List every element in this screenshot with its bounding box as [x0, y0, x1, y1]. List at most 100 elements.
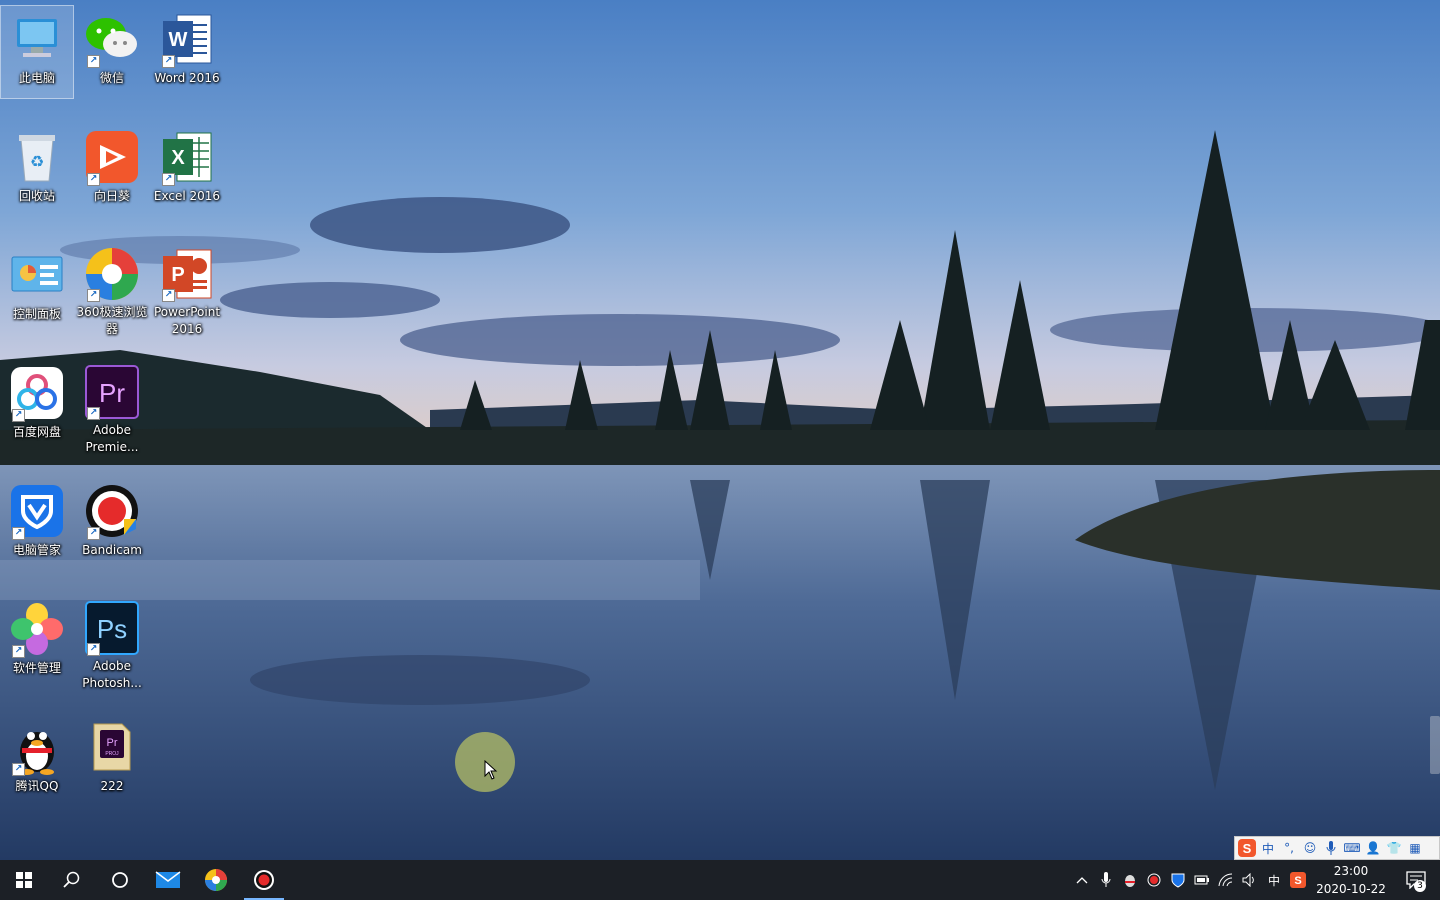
- desktop-icon-premiere[interactable]: Pr ↗ Adobe Premie...: [76, 360, 148, 454]
- shortcut-arrow-icon: ↗: [12, 527, 25, 540]
- desktop-icon-sunlogin[interactable]: ↗ 向日葵: [76, 124, 148, 216]
- qq-icon: ↗: [8, 718, 66, 776]
- photoshop-icon: Ps ↗: [83, 600, 141, 656]
- this-pc-icon: [8, 10, 66, 68]
- desktop-icon-pc-manager[interactable]: ↗ 电脑管家: [1, 478, 73, 570]
- svg-text:P: P: [171, 264, 184, 286]
- emoji-icon[interactable]: ☺: [1300, 838, 1320, 858]
- svg-text:Pr: Pr: [107, 737, 118, 749]
- ime-indicator[interactable]: 中: [1262, 860, 1286, 900]
- chinese-mode-icon[interactable]: 中: [1258, 838, 1278, 858]
- desktop-icon-label: 软件管理: [12, 661, 61, 675]
- taskbar-360-browser[interactable]: [192, 860, 240, 900]
- desktop-icon-label: Word 2016: [154, 71, 220, 85]
- sogou-tray-icon[interactable]: S: [1286, 860, 1310, 900]
- desktop-icon-bandicam[interactable]: ↗ Bandicam: [76, 478, 148, 570]
- desktop-icon-qq[interactable]: ↗ 腾讯QQ: [1, 714, 73, 806]
- shortcut-arrow-icon: ↗: [162, 173, 175, 186]
- battery-icon[interactable]: [1190, 860, 1214, 900]
- system-tray: 中 S 23:00 2020-10-22 3: [1070, 860, 1440, 900]
- taskbar-bandicam[interactable]: [240, 860, 288, 900]
- taskbar-mail[interactable]: [144, 860, 192, 900]
- user-icon[interactable]: 👤: [1363, 838, 1383, 858]
- keyboard-icon[interactable]: ⌨: [1342, 838, 1362, 858]
- desktop-icon-word[interactable]: W ↗ Word 2016: [151, 6, 223, 98]
- recycle-bin-icon: ♻: [8, 128, 66, 186]
- volume-icon[interactable]: [1238, 860, 1262, 900]
- qq-tray-icon[interactable]: [1118, 860, 1142, 900]
- bandicam-icon: [254, 870, 274, 890]
- svg-text:PROJ: PROJ: [105, 751, 119, 757]
- desktop-icon-excel[interactable]: X ↗ Excel 2016: [151, 124, 223, 216]
- search-button[interactable]: [48, 860, 96, 900]
- premiere-icon: Pr ↗: [83, 364, 141, 420]
- wechat-icon: ↗: [83, 10, 141, 68]
- security-tray-icon[interactable]: [1166, 860, 1190, 900]
- desktop-icon-software-manager[interactable]: ↗ 软件管理: [1, 596, 73, 688]
- desktop-icon-360-browser[interactable]: ↗ 360极速浏览 器: [76, 242, 148, 336]
- sogou-logo-icon[interactable]: S: [1237, 838, 1257, 858]
- microphone-tray-icon[interactable]: [1094, 860, 1118, 900]
- search-icon: [63, 871, 80, 888]
- side-panel-handle[interactable]: [1430, 716, 1440, 774]
- desktop-icon-label: Adobe Photosh...: [82, 659, 142, 690]
- mouse-cursor-icon: [484, 760, 498, 780]
- taskbar-clock[interactable]: 23:00 2020-10-22: [1310, 862, 1392, 898]
- toolbox-icon[interactable]: ▦: [1405, 838, 1425, 858]
- chevron-up-icon: [1076, 877, 1088, 884]
- microphone-icon[interactable]: [1321, 838, 1341, 858]
- desktop-icon-label: 222: [100, 779, 124, 793]
- cortana-icon: [112, 872, 128, 888]
- cortana-button[interactable]: [96, 860, 144, 900]
- desktop-icon-label: 回收站: [18, 189, 55, 203]
- svg-text:S: S: [1243, 841, 1252, 856]
- 360-browser-icon: ↗: [83, 246, 141, 302]
- start-button[interactable]: [0, 860, 48, 900]
- svg-text:X: X: [171, 147, 185, 169]
- desktop-icon-label: 控制面板: [12, 307, 61, 321]
- svg-text:♻: ♻: [30, 152, 44, 171]
- skin-icon[interactable]: 👕: [1384, 838, 1404, 858]
- control-panel-icon: [8, 246, 66, 304]
- desktop-icon-label: 向日葵: [93, 189, 130, 203]
- punctuation-icon[interactable]: °,: [1279, 838, 1299, 858]
- action-center-button[interactable]: 3: [1392, 860, 1440, 900]
- desktop-icon-wechat[interactable]: ↗ 微信: [76, 6, 148, 98]
- desktop-icon-recycle-bin[interactable]: ♻ 回收站: [1, 124, 73, 216]
- shortcut-arrow-icon: ↗: [87, 55, 100, 68]
- pc-manager-icon: ↗: [8, 482, 66, 540]
- svg-text:Pr: Pr: [99, 378, 125, 408]
- notification-count-badge: 3: [1414, 880, 1426, 892]
- bandicam-tray-icon[interactable]: [1142, 860, 1166, 900]
- network-icon[interactable]: [1214, 860, 1238, 900]
- desktop-icon-photoshop[interactable]: Ps ↗ Adobe Photosh...: [76, 596, 148, 690]
- shortcut-arrow-icon: ↗: [162, 55, 175, 68]
- desktop-icon-label: 360极速浏览 器: [76, 305, 148, 336]
- desktop-icon-control-panel[interactable]: 控制面板: [1, 242, 73, 334]
- desktop-icon-powerpoint[interactable]: P ↗ PowerPoint 2016: [151, 242, 223, 336]
- desktop-icon-baidu-netdisk[interactable]: ↗ 百度网盘: [1, 360, 73, 452]
- sunlogin-icon: ↗: [83, 128, 141, 186]
- desktop-icon-label: 百度网盘: [12, 425, 61, 439]
- shortcut-arrow-icon: ↗: [87, 643, 100, 656]
- desktop-icon-premiere-project[interactable]: Pr PROJ 222: [76, 714, 148, 806]
- desktop-icon-label: 电脑管家: [12, 543, 61, 557]
- desktop-icon-label: 腾讯QQ: [15, 779, 59, 793]
- shortcut-arrow-icon: ↗: [87, 527, 100, 540]
- excel-icon: X ↗: [158, 128, 216, 186]
- desktop-icon-label: PowerPoint 2016: [153, 305, 221, 336]
- premiere-project-file-icon: Pr PROJ: [83, 718, 141, 776]
- shortcut-arrow-icon: ↗: [12, 645, 25, 658]
- clock-date: 2020-10-22: [1316, 882, 1386, 896]
- show-hidden-icons-button[interactable]: [1070, 860, 1094, 900]
- mail-icon: [155, 871, 181, 888]
- shortcut-arrow-icon: ↗: [12, 409, 25, 422]
- shortcut-arrow-icon: ↗: [162, 289, 175, 302]
- shortcut-arrow-icon: ↗: [87, 289, 100, 302]
- desktop-icon-this-pc[interactable]: 此电脑: [0, 5, 74, 99]
- ime-toolbar[interactable]: S 中 °, ☺ ⌨ 👤 👕 ▦: [1234, 836, 1440, 860]
- powerpoint-icon: P ↗: [158, 246, 216, 302]
- svg-text:S: S: [1294, 875, 1301, 887]
- bandicam-icon: ↗: [83, 482, 141, 540]
- svg-text:W: W: [169, 29, 188, 51]
